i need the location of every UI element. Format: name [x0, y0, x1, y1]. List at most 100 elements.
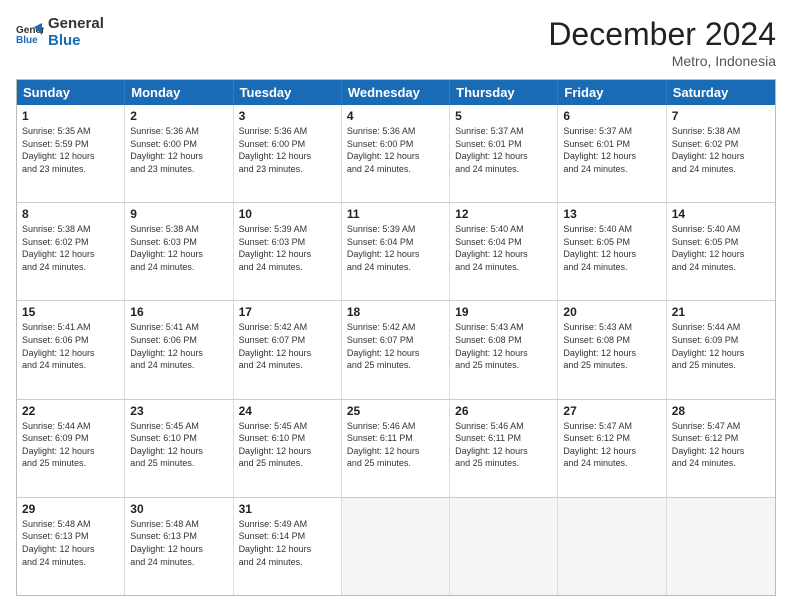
cell-text: Sunrise: 5:47 AM Sunset: 6:12 PM Dayligh… — [563, 420, 660, 470]
table-row: 23Sunrise: 5:45 AM Sunset: 6:10 PM Dayli… — [125, 400, 233, 497]
day-number: 11 — [347, 207, 444, 221]
header-saturday: Saturday — [667, 80, 775, 105]
table-row: 19 Sunrise: 5:43 AM Sunset: 6:08 PM Dayli… — [450, 301, 558, 398]
cell-text: Sunrise: 5:42 AM Sunset: 6:07 PM Dayligh… — [239, 321, 336, 371]
cell-text: Sunrise: 5:38 AM Sunset: 6:03 PM Dayligh… — [130, 223, 227, 273]
day-number: 30 — [130, 502, 227, 516]
day-number: 17 — [239, 305, 336, 319]
cell-text: Sunrise: 5:40 AM Sunset: 6:05 PM Dayligh… — [563, 223, 660, 273]
day-number: 19 — [455, 305, 552, 319]
table-row: 7Sunrise: 5:38 AM Sunset: 6:02 PM Daylig… — [667, 105, 775, 202]
table-row: 29 Sunrise: 5:48 AM Sunset: 6:13 PM Dayli… — [17, 498, 125, 595]
cell-text: Sunrise: 5:41 AM Sunset: 6:06 PM Dayligh… — [130, 321, 227, 371]
cell-text: Sunrise: 5:46 AM Sunset: 6:11 PM Dayligh… — [347, 420, 444, 470]
cell-text: Sunrise: 5:35 AM Sunset: 5:59 PM Dayligh… — [22, 125, 119, 175]
cell-text: Sunrise: 5:37 AM Sunset: 6:01 PM Dayligh… — [563, 125, 660, 175]
table-row: 6 Sunrise: 5:37 AM Sunset: 6:01 PM Daylig… — [558, 105, 666, 202]
table-row: 14Sunrise: 5:40 AM Sunset: 6:05 PM Dayli… — [667, 203, 775, 300]
day-number: 22 — [22, 404, 119, 418]
table-row: 24Sunrise: 5:45 AM Sunset: 6:10 PM Dayli… — [234, 400, 342, 497]
day-number: 5 — [455, 109, 552, 123]
day-number: 18 — [347, 305, 444, 319]
day-number: 20 — [563, 305, 660, 319]
day-number: 31 — [239, 502, 336, 516]
logo-text-general: General — [48, 16, 104, 33]
table-row: 22 Sunrise: 5:44 AM Sunset: 6:09 PM Dayli… — [17, 400, 125, 497]
table-row — [450, 498, 558, 595]
table-row: 25 Sunrise: 5:46 AM Sunset: 6:11 PM Dayli… — [342, 400, 450, 497]
table-row: 17 Sunrise: 5:42 AM Sunset: 6:07 PM Dayli… — [234, 301, 342, 398]
calendar-header: Sunday Monday Tuesday Wednesday Thursday… — [17, 80, 775, 105]
cell-text: Sunrise: 5:43 AM Sunset: 6:08 PM Dayligh… — [563, 321, 660, 371]
table-row: 16 Sunrise: 5:41 AM Sunset: 6:06 PM Dayli… — [125, 301, 233, 398]
table-row — [558, 498, 666, 595]
header-wednesday: Wednesday — [342, 80, 450, 105]
day-number: 14 — [672, 207, 770, 221]
table-row: 13 Sunrise: 5:40 AM Sunset: 6:05 PM Dayli… — [558, 203, 666, 300]
title-block: December 2024 Metro, Indonesia — [548, 16, 776, 69]
table-row: 4Sunrise: 5:36 AM Sunset: 6:00 PM Daylig… — [342, 105, 450, 202]
page: General Blue General Blue December 2024 … — [0, 0, 792, 612]
calendar-week-1: 8Sunrise: 5:38 AM Sunset: 6:02 PM Daylig… — [17, 203, 775, 301]
day-number: 16 — [130, 305, 227, 319]
table-row: 27 Sunrise: 5:47 AM Sunset: 6:12 PM Dayli… — [558, 400, 666, 497]
month-title: December 2024 — [548, 16, 776, 53]
day-number: 9 — [130, 207, 227, 221]
cell-text: Sunrise: 5:40 AM Sunset: 6:04 PM Dayligh… — [455, 223, 552, 273]
day-number: 4 — [347, 109, 444, 123]
table-row: 9 Sunrise: 5:38 AM Sunset: 6:03 PM Daylig… — [125, 203, 233, 300]
day-number: 1 — [22, 109, 119, 123]
table-row: 2 Sunrise: 5:36 AM Sunset: 6:00 PM Daylig… — [125, 105, 233, 202]
subtitle: Metro, Indonesia — [548, 53, 776, 69]
table-row: 3Sunrise: 5:36 AM Sunset: 6:00 PM Daylig… — [234, 105, 342, 202]
calendar-week-0: 1 Sunrise: 5:35 AM Sunset: 5:59 PM Daylig… — [17, 105, 775, 203]
table-row — [342, 498, 450, 595]
cell-text: Sunrise: 5:43 AM Sunset: 6:08 PM Dayligh… — [455, 321, 552, 371]
cell-text: Sunrise: 5:44 AM Sunset: 6:09 PM Dayligh… — [22, 420, 119, 470]
header-sunday: Sunday — [17, 80, 125, 105]
day-number: 26 — [455, 404, 552, 418]
day-number: 21 — [672, 305, 770, 319]
cell-text: Sunrise: 5:38 AM Sunset: 6:02 PM Dayligh… — [22, 223, 119, 273]
cell-text: Sunrise: 5:36 AM Sunset: 6:00 PM Dayligh… — [239, 125, 336, 175]
day-number: 29 — [22, 502, 119, 516]
cell-text: Sunrise: 5:39 AM Sunset: 6:03 PM Dayligh… — [239, 223, 336, 273]
day-number: 15 — [22, 305, 119, 319]
cell-text: Sunrise: 5:48 AM Sunset: 6:13 PM Dayligh… — [130, 518, 227, 568]
cell-text: Sunrise: 5:46 AM Sunset: 6:11 PM Dayligh… — [455, 420, 552, 470]
calendar-week-4: 29 Sunrise: 5:48 AM Sunset: 6:13 PM Dayli… — [17, 498, 775, 595]
calendar-week-2: 15 Sunrise: 5:41 AM Sunset: 6:06 PM Dayli… — [17, 301, 775, 399]
header-monday: Monday — [125, 80, 233, 105]
cell-text: Sunrise: 5:41 AM Sunset: 6:06 PM Dayligh… — [22, 321, 119, 371]
cell-text: Sunrise: 5:48 AM Sunset: 6:13 PM Dayligh… — [22, 518, 119, 568]
table-row: 5Sunrise: 5:37 AM Sunset: 6:01 PM Daylig… — [450, 105, 558, 202]
day-number: 6 — [563, 109, 660, 123]
table-row — [667, 498, 775, 595]
table-row: 20 Sunrise: 5:43 AM Sunset: 6:08 PM Dayli… — [558, 301, 666, 398]
calendar-week-3: 22 Sunrise: 5:44 AM Sunset: 6:09 PM Dayli… — [17, 400, 775, 498]
day-number: 7 — [672, 109, 770, 123]
cell-text: Sunrise: 5:36 AM Sunset: 6:00 PM Dayligh… — [130, 125, 227, 175]
table-row: 15 Sunrise: 5:41 AM Sunset: 6:06 PM Dayli… — [17, 301, 125, 398]
table-row: 18Sunrise: 5:42 AM Sunset: 6:07 PM Dayli… — [342, 301, 450, 398]
calendar: Sunday Monday Tuesday Wednesday Thursday… — [16, 79, 776, 596]
table-row: 8Sunrise: 5:38 AM Sunset: 6:02 PM Daylig… — [17, 203, 125, 300]
day-number: 2 — [130, 109, 227, 123]
svg-text:Blue: Blue — [16, 35, 38, 46]
day-number: 27 — [563, 404, 660, 418]
day-number: 24 — [239, 404, 336, 418]
table-row: 30 Sunrise: 5:48 AM Sunset: 6:13 PM Dayli… — [125, 498, 233, 595]
day-number: 25 — [347, 404, 444, 418]
header-tuesday: Tuesday — [234, 80, 342, 105]
calendar-body: 1 Sunrise: 5:35 AM Sunset: 5:59 PM Daylig… — [17, 105, 775, 595]
table-row: 26 Sunrise: 5:46 AM Sunset: 6:11 PM Dayli… — [450, 400, 558, 497]
table-row: 12 Sunrise: 5:40 AM Sunset: 6:04 PM Dayli… — [450, 203, 558, 300]
logo: General Blue General Blue — [16, 16, 104, 49]
table-row: 10Sunrise: 5:39 AM Sunset: 6:03 PM Dayli… — [234, 203, 342, 300]
table-row: 1 Sunrise: 5:35 AM Sunset: 5:59 PM Daylig… — [17, 105, 125, 202]
day-number: 13 — [563, 207, 660, 221]
table-row: 28Sunrise: 5:47 AM Sunset: 6:12 PM Dayli… — [667, 400, 775, 497]
day-number: 23 — [130, 404, 227, 418]
day-number: 12 — [455, 207, 552, 221]
cell-text: Sunrise: 5:44 AM Sunset: 6:09 PM Dayligh… — [672, 321, 770, 371]
